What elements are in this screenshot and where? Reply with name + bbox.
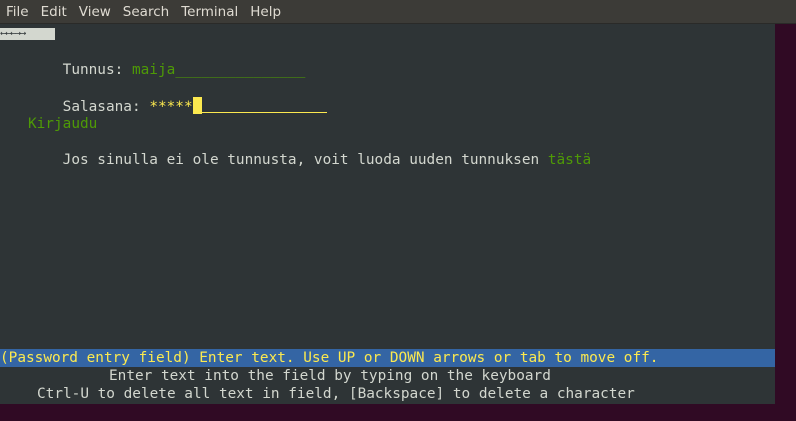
register-text: Jos sinulla ei ole tunnusta, voit luoda … [62, 152, 540, 168]
menu-file[interactable]: File [0, 0, 35, 24]
password-input[interactable]: ***** [149, 99, 192, 115]
text-cursor [192, 97, 202, 114]
username-field-underline: _______________ [175, 62, 306, 78]
menu-help[interactable]: Help [244, 0, 287, 24]
scrollbar[interactable] [775, 24, 796, 404]
password-label: Salasana: [62, 99, 141, 115]
menu-search[interactable]: Search [117, 0, 175, 24]
help-line-2: Ctrl-U to delete all text in field, [Bac… [37, 386, 635, 402]
help-line-1: Enter text into the field by typing on t… [109, 368, 551, 384]
status-bar: (Password entry field) Enter text. Use U… [0, 349, 775, 367]
menu-edit[interactable]: Edit [35, 0, 73, 24]
terminal-screen[interactable]: ←←←→→ Tunnus: maija_______________ Salas… [0, 24, 775, 404]
register-row: Jos sinulla ei ole tunnusta, voit luoda … [28, 133, 592, 187]
login-link[interactable]: Kirjaudu [28, 115, 97, 133]
menu-terminal[interactable]: Terminal [175, 0, 244, 24]
menu-view[interactable]: View [73, 0, 117, 24]
username-input[interactable]: maija [132, 62, 175, 78]
menubar: File Edit View Search Terminal Help [0, 0, 796, 24]
username-label: Tunnus: [62, 62, 124, 78]
window-bottom-strip [0, 404, 796, 421]
password-field-underline [201, 112, 327, 113]
register-link[interactable]: tästä [548, 152, 591, 168]
nav-arrows-icon: ←←←→→ [0, 28, 55, 40]
